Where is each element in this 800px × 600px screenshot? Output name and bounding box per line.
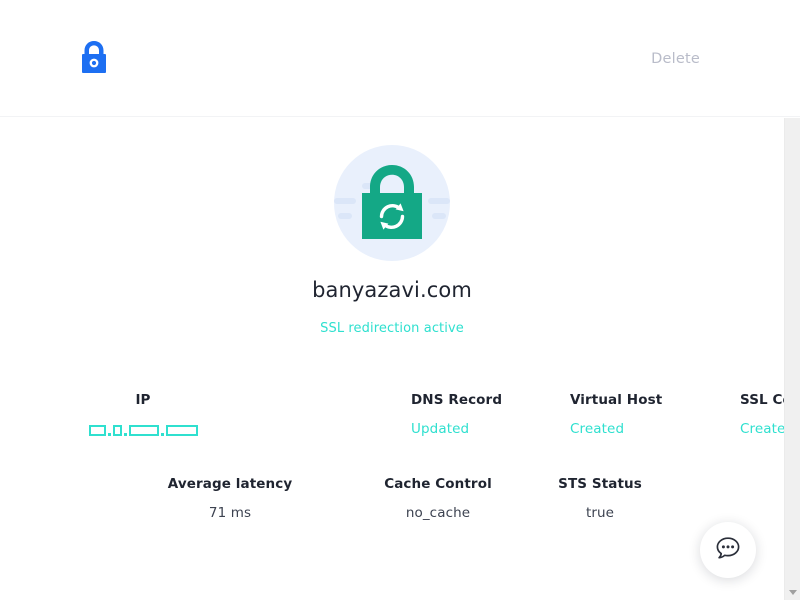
- ip-mask: [88, 423, 198, 438]
- padlock-icon[interactable]: [78, 39, 110, 75]
- top-header-bar: Delete: [0, 0, 800, 117]
- metric-value-ip-masked: [0, 423, 286, 440]
- metric-label: DNS Record: [411, 392, 503, 408]
- metric-value: Updated: [411, 420, 470, 437]
- scrollbar-down-button[interactable]: [785, 584, 800, 600]
- metrics-row-primary: IP DNS Record Updated Virtual Host Creat…: [0, 392, 784, 440]
- chevron-down-icon: [789, 589, 797, 595]
- metric-value: Created: [740, 420, 784, 437]
- ip-octet-box: [112, 424, 122, 436]
- ip-separator-dot: [123, 432, 127, 436]
- metric-value: 71 ms: [208, 504, 252, 521]
- lock-refresh-icon: [332, 143, 452, 263]
- metric-label: Virtual Host: [570, 392, 663, 408]
- ip-octet-box: [88, 424, 106, 436]
- metric-cache-control: Cache Control no_cache: [378, 476, 498, 521]
- metrics-row-secondary: Average latency 71 ms Cache Control no_c…: [0, 476, 784, 521]
- page-title: banyazavi.com: [312, 278, 472, 302]
- header-actions: Delete: [540, 48, 800, 67]
- content-scroll-area: banyazavi.com SSL redirection active IP: [0, 118, 784, 600]
- metric-label: IP: [135, 392, 151, 408]
- ip-octet-box: [165, 424, 198, 436]
- metric-ssl-certificate: SSL Certificate Created: [740, 392, 784, 437]
- ip-separator-dot: [107, 432, 111, 436]
- ip-octet-box: [128, 424, 159, 436]
- metric-average-latency: Average latency 71 ms: [140, 476, 320, 521]
- metric-virtual-host: Virtual Host Created: [570, 392, 663, 437]
- metric-value: true: [585, 504, 615, 521]
- metric-label: Average latency: [167, 476, 293, 492]
- metric-value: no_cache: [405, 504, 471, 521]
- metric-label: Cache Control: [384, 476, 492, 492]
- chat-widget-button[interactable]: [700, 522, 756, 578]
- ssl-redirection-status[interactable]: SSL redirection active: [0, 321, 784, 336]
- vertical-scrollbar[interactable]: [784, 118, 800, 600]
- metric-sts-status: STS Status true: [540, 476, 660, 521]
- ip-separator-dot: [160, 432, 164, 436]
- chat-bubble-dots-icon: [714, 534, 742, 566]
- delete-button[interactable]: Delete: [651, 51, 700, 67]
- metric-label: STS Status: [558, 476, 642, 492]
- metric-dns-record: DNS Record Updated: [411, 392, 503, 437]
- app-root: Delete banyazavi.com SSL redirection act…: [0, 0, 800, 600]
- metric-label: SSL Certificate: [740, 392, 784, 408]
- metric-ip: IP: [0, 392, 286, 440]
- metric-value: Created: [570, 420, 625, 437]
